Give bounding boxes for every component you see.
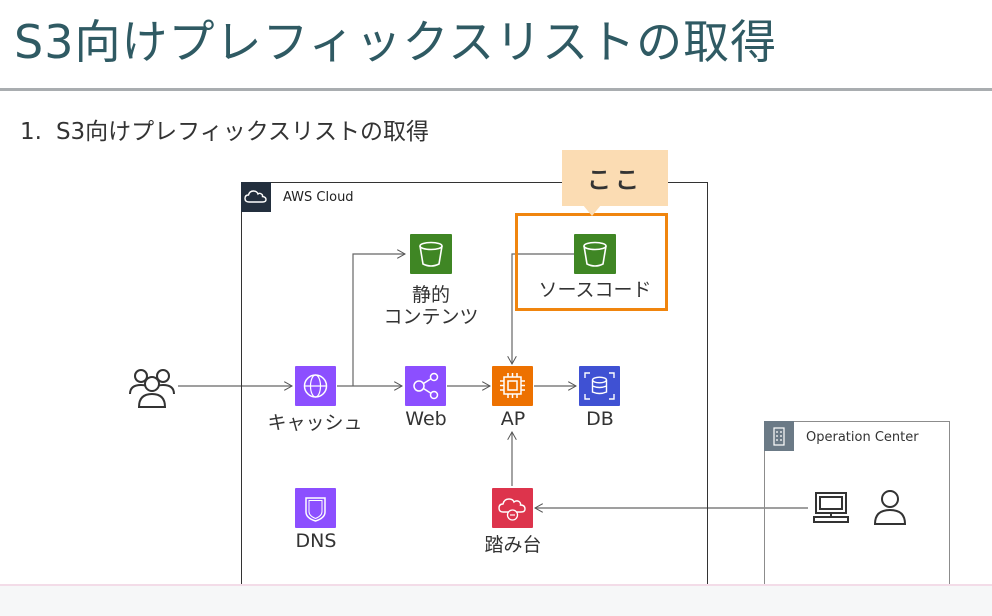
footer-band (0, 586, 992, 616)
users-icon (128, 364, 176, 410)
rds-icon (579, 366, 620, 406)
ec2-icon (492, 366, 533, 406)
bastion-label: 踏み台 (484, 534, 542, 556)
operation-center-label: Operation Center (806, 430, 919, 445)
web-icon (405, 366, 446, 406)
source-code-label: ソースコード (538, 279, 652, 301)
static-content-s3-icon (410, 234, 452, 274)
desktop-icon (812, 490, 850, 526)
static-content-label-line2: コンテンツ (383, 306, 479, 328)
cloudfront-icon (295, 366, 336, 406)
callout-text: ここ (587, 166, 643, 194)
user-icon (872, 488, 908, 526)
db-label: DB (586, 408, 614, 430)
ap-label: AP (500, 408, 526, 430)
route53-icon (295, 488, 336, 528)
callout-tail (583, 205, 601, 216)
cloud-icon (241, 182, 271, 212)
bastion-icon (492, 488, 533, 528)
dns-label: DNS (295, 530, 337, 552)
web-label: Web (405, 408, 447, 430)
cache-label: キャッシュ (267, 412, 363, 434)
building-icon (764, 421, 794, 451)
source-code-s3-icon (574, 234, 616, 274)
aws-cloud-label: AWS Cloud (283, 190, 354, 205)
